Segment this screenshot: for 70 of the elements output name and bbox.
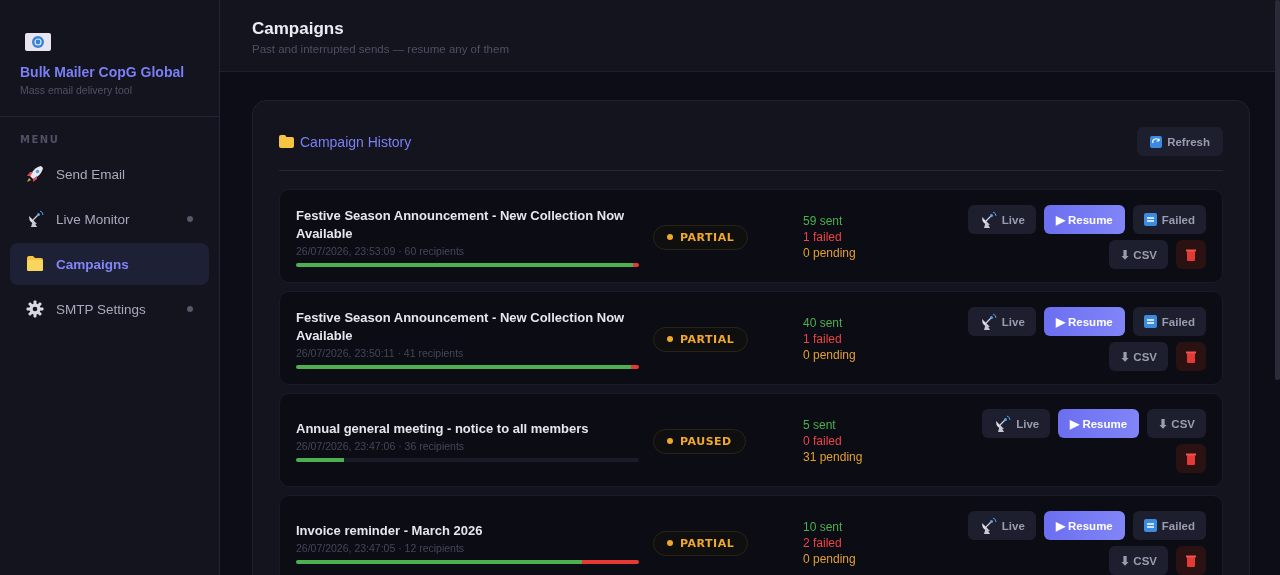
page-subtitle: Past and interrupted sends — resume any of them [252,43,510,55]
status-badge: PARTIAL [653,224,749,250]
live-button[interactable]: Live [967,307,1036,336]
trash-icon [1186,554,1196,567]
nav-item[interactable]: Send Email [10,153,209,195]
resume-button[interactable]: ▶ Resume [1043,307,1125,336]
app-tagline: Mass email delivery tool [20,84,134,96]
csv-download-button[interactable]: ⬇ CSV [1109,342,1168,371]
csv-download-button[interactable]: ⬇ CSV [1109,546,1168,575]
page-title: Campaigns [252,19,344,39]
nav-item[interactable]: Live Monitor [10,198,209,240]
campaign-meta: 26/07/2026, 23:50:11 · 41 recipients [296,347,465,359]
retry-icon [1143,213,1157,226]
refresh-icon [1150,135,1163,148]
scrollbar[interactable] [1275,0,1280,380]
sent-count: 59 sent [803,213,844,229]
live-button[interactable]: Live [982,409,1051,438]
resume-button[interactable]: ▶ Resume [1043,511,1125,540]
sent-count: 5 sent [803,417,837,433]
failed-count: 0 failed [803,433,843,449]
campaign-name: Annual general meeting - notice to all members [296,420,590,438]
retry-failed-button[interactable]: Failed [1132,511,1206,540]
resume-button[interactable]: ▶ Resume [1043,205,1125,234]
pending-count: 0 pending [803,245,857,261]
status-badge: PAUSED [653,428,746,454]
campaign-name: Festive Season Announcement - New Collection Now Available [296,207,626,243]
csv-download-button[interactable]: ⬇ CSV [1147,409,1206,438]
status-badge: PARTIAL [653,530,749,556]
envelope-icon [25,33,51,51]
resume-button[interactable]: ▶ Resume [1058,409,1140,438]
status-badge: PARTIAL [653,326,749,352]
delete-button[interactable] [1176,240,1206,269]
nav-item[interactable]: Campaigns [10,243,209,285]
app-name: Bulk Mailer CopG Global [20,64,186,80]
pending-count: 31 pending [803,449,864,465]
delete-button[interactable] [1176,342,1206,371]
campaign-meta: 26/07/2026, 23:47:06 · 36 recipients [296,440,466,452]
folder-icon [26,255,44,273]
menu-heading: MENU [19,133,61,147]
retry-icon [1143,519,1157,532]
live-button[interactable]: Live [967,511,1036,540]
failed-count: 1 failed [803,331,843,347]
nav-item[interactable]: SMTP Settings [10,288,209,330]
campaign-meta: 26/07/2026, 23:47:05 · 12 recipients [296,542,466,554]
sent-count: 10 sent [803,519,844,535]
rocket-icon [26,165,44,183]
delete-button[interactable] [1176,444,1206,473]
pending-count: 0 pending [803,347,857,363]
sent-count: 40 sent [803,315,844,331]
trash-icon [1186,452,1196,465]
pending-count: 0 pending [803,551,857,567]
failed-count: 2 failed [803,535,843,551]
campaign-name: Festive Season Announcement - New Collection Now Available [296,309,626,345]
csv-download-button[interactable]: ⬇ CSV [1109,240,1168,269]
panel-title: Campaign History [300,133,412,150]
trash-icon [1186,248,1196,261]
campaign-meta: 26/07/2026, 23:53:09 · 60 recipients [296,245,466,257]
gear-icon [26,300,44,318]
trash-icon [1186,350,1196,363]
campaign-name: Invoice reminder - March 2026 [296,522,484,540]
retry-icon [1143,315,1157,328]
refresh-button[interactable]: Refresh [1137,127,1223,156]
retry-failed-button[interactable]: Failed [1132,205,1206,234]
retry-failed-button[interactable]: Failed [1132,307,1206,336]
folder-icon [279,135,294,148]
delete-button[interactable] [1176,546,1206,575]
satellite-dish-icon [26,210,44,228]
live-button[interactable]: Live [967,205,1036,234]
failed-count: 1 failed [803,229,843,245]
satellite-dish-icon [993,414,1012,433]
